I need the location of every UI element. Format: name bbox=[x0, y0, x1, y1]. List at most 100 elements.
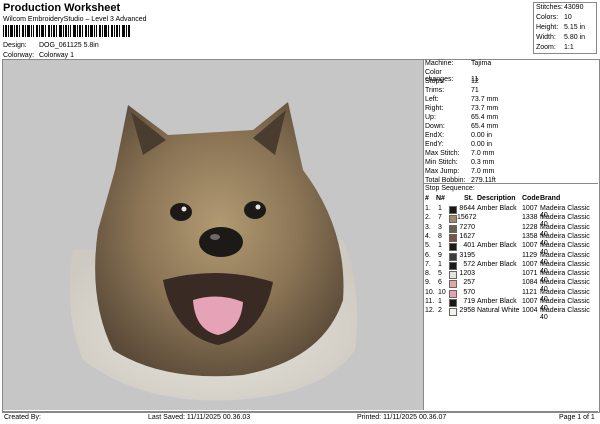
summary-value: 43090 bbox=[564, 4, 584, 11]
col-st: St. bbox=[464, 195, 473, 202]
info-row: Right: 73.7 mm bbox=[425, 105, 498, 112]
stop-description: Amber Black bbox=[477, 205, 517, 212]
design-preview-panel bbox=[3, 60, 424, 410]
info-value: 0.3 mm bbox=[471, 159, 495, 166]
stop-needle: 1 bbox=[438, 260, 442, 268]
info-row: Max Stitch: 7.0 mm bbox=[425, 150, 494, 157]
stop-code: 1071 bbox=[522, 270, 538, 278]
info-value: 0.00 in bbox=[471, 141, 493, 148]
stop-num: 5. bbox=[425, 242, 431, 250]
stop-needle: 5 bbox=[438, 270, 442, 278]
info-key: Trims: bbox=[425, 87, 445, 94]
info-value: 12 bbox=[471, 78, 479, 85]
info-row: Max Jump: 7.0 mm bbox=[425, 168, 494, 175]
stop-needle: 7 bbox=[438, 214, 442, 222]
info-value: 65.4 mm bbox=[471, 114, 499, 121]
summary-value: 1:1 bbox=[564, 44, 574, 51]
stop-num: 6. bbox=[425, 251, 431, 259]
stop-needle: 1 bbox=[438, 205, 442, 212]
stop-num: 12. bbox=[425, 307, 435, 315]
stop-stitches: 719 bbox=[463, 298, 475, 305]
stop-needle: 6 bbox=[438, 279, 442, 287]
stop-sequence-title: Stop Sequence: bbox=[425, 185, 475, 192]
stop-num: 4. bbox=[425, 232, 431, 240]
summary-row: Height: 5.15 in bbox=[536, 23, 594, 33]
stop-needle: 10 bbox=[438, 288, 446, 296]
info-value: 71 bbox=[471, 87, 479, 94]
info-key: Max Jump: bbox=[425, 168, 460, 175]
col-num: # bbox=[425, 195, 429, 202]
stop-code: 1007 bbox=[522, 205, 538, 212]
stop-sequence-header: # N# St. Description Code Brand bbox=[425, 195, 598, 204]
stop-brand: Madeira Classic 40 bbox=[540, 307, 590, 322]
stop-stitches: 3195 bbox=[459, 251, 475, 259]
stop-stitches: 2958 bbox=[459, 307, 475, 315]
stop-code: 1358 bbox=[522, 232, 538, 240]
stop-code: 1228 bbox=[522, 223, 538, 231]
barcode-icon bbox=[3, 25, 130, 37]
design-label: Design: bbox=[3, 42, 27, 49]
info-key: Min Stitch: bbox=[425, 159, 458, 166]
color-swatch bbox=[449, 271, 457, 280]
stop-code: 1084 bbox=[522, 279, 538, 287]
info-value: 65.4 mm bbox=[471, 123, 499, 130]
info-key: Stops: bbox=[425, 78, 445, 85]
stop-row: 4. 8 1627 1358 Madeira Classic 40 bbox=[425, 232, 598, 247]
color-swatch bbox=[449, 261, 457, 270]
stop-row: 3. 3 7270 1228 Madeira Classic 40 bbox=[425, 223, 598, 238]
stop-needle: 1 bbox=[438, 242, 442, 250]
stop-num: 3. bbox=[425, 223, 431, 231]
info-key: Up: bbox=[425, 114, 436, 121]
page-number: Page 1 of 1 bbox=[559, 414, 595, 421]
colorway-label: Colorway: bbox=[3, 52, 35, 59]
stop-stitches: 7270 bbox=[459, 223, 475, 231]
col-description: Description bbox=[477, 195, 516, 202]
summary-row: Width: 5.80 in bbox=[536, 33, 594, 43]
stop-code: 1121 bbox=[522, 288, 538, 296]
stop-num: 1. bbox=[425, 205, 431, 212]
section-divider bbox=[424, 183, 598, 184]
summary-value: 10 bbox=[564, 14, 572, 21]
stop-stitches: 257 bbox=[463, 279, 475, 287]
stop-description: Amber Black bbox=[477, 298, 517, 305]
stop-needle: 1 bbox=[438, 298, 442, 305]
col-brand: Brand bbox=[540, 195, 561, 202]
summary-value: 5.80 in bbox=[564, 34, 586, 41]
app-subtitle: Wilcom EmbroideryStudio – Level 3 Advanc… bbox=[3, 16, 147, 23]
summary-row: Stitches: 43090 bbox=[536, 3, 594, 13]
stop-num: 9. bbox=[425, 279, 431, 287]
stop-description: Amber Black bbox=[477, 242, 517, 250]
color-swatch bbox=[449, 299, 457, 307]
info-key: Left: bbox=[425, 96, 439, 103]
stop-needle: 3 bbox=[438, 223, 442, 231]
stop-row: 11. 1 719 Amber Black 1007 Madeira Classic 40 bbox=[425, 298, 598, 312]
colorway-value: Colorway 1 bbox=[38, 52, 74, 59]
stop-num: 2. bbox=[425, 214, 431, 222]
col-n: N# bbox=[436, 195, 445, 202]
info-value: 7.0 mm bbox=[471, 168, 495, 175]
stop-description: Amber Black bbox=[477, 260, 517, 268]
info-key: EndX: bbox=[425, 132, 445, 139]
color-swatch bbox=[449, 243, 457, 252]
stop-code: 1007 bbox=[522, 260, 538, 268]
color-swatch bbox=[449, 224, 457, 233]
stop-code: 1004 bbox=[522, 307, 538, 315]
design-value: DOG_061125 5.8in bbox=[38, 42, 99, 49]
info-value: 73.7 mm bbox=[471, 96, 499, 103]
info-row: Trims: 71 bbox=[425, 87, 479, 94]
info-key: Right: bbox=[425, 105, 444, 112]
color-swatch bbox=[449, 289, 457, 298]
summary-key: Stitches: bbox=[536, 4, 563, 11]
footer: Created By: Last Saved: 11/11/2025 00.36… bbox=[2, 411, 598, 424]
colorway-row: Colorway: Colorway 1 bbox=[3, 52, 74, 59]
summary-key: Zoom: bbox=[536, 44, 556, 51]
color-swatch bbox=[449, 252, 457, 261]
stop-row: 1. 1 8644 Amber Black 1007 Madeira Classic 40 bbox=[425, 205, 598, 219]
col-code: Code bbox=[522, 195, 540, 202]
stop-row: 9. 6 257 1084 Madeira Classic 40 bbox=[425, 279, 598, 293]
summary-key: Width: bbox=[536, 34, 556, 41]
summary-row: Colors: 10 bbox=[536, 13, 594, 23]
info-row: Left: 73.7 mm bbox=[425, 96, 498, 103]
stop-stitches: 8644 bbox=[459, 205, 475, 212]
stop-row: 12. 2 2958 Natural White 1004 Madeira Classic… bbox=[425, 307, 598, 321]
